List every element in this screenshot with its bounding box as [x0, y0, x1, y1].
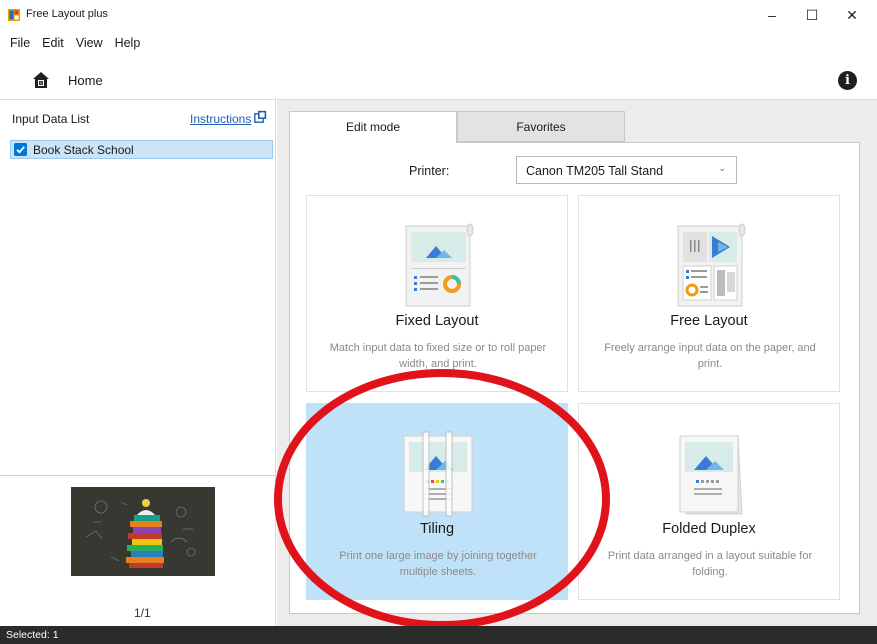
- free-layout-description: Freely arrange input data on the paper, …: [604, 342, 816, 370]
- folded-duplex-description: Print data arranged in a layout suitable…: [607, 550, 813, 578]
- home-icon[interactable]: [32, 71, 50, 89]
- title-bar: Free Layout plus – ☐ ✕: [0, 0, 877, 30]
- tab-favorites[interactable]: Favorites: [457, 111, 625, 142]
- input-data-panel: Input Data List Instructions Book Stack …: [0, 99, 276, 626]
- menu-view[interactable]: View: [70, 33, 109, 53]
- maximize-button[interactable]: ☐: [792, 0, 832, 30]
- minimize-button[interactable]: –: [752, 0, 792, 30]
- tiling-description: Print one large image by joining togethe…: [339, 550, 537, 578]
- info-icon[interactable]: i: [838, 71, 857, 90]
- page-counter: 1/1: [134, 606, 151, 620]
- folded-duplex-icon: [679, 435, 743, 515]
- status-bar: Selected: 1: [0, 626, 877, 644]
- fixed-layout-icon: [405, 223, 474, 307]
- tiling-title: Tiling: [419, 521, 455, 537]
- instructions-link[interactable]: Instructions: [190, 112, 251, 126]
- book-stack-thumbnail: [71, 487, 215, 576]
- edit-mode-panel: Printer: Canon TM205 Tall Stand ⌄ Fixed …: [289, 142, 860, 614]
- folded-duplex-title: Folded Duplex: [662, 521, 756, 537]
- fixed-layout-description: Match input data to fixed size or to rol…: [329, 342, 547, 370]
- preview-area: 1/1: [0, 475, 276, 627]
- input-data-list-header: Input Data List: [12, 112, 90, 126]
- tiling-icon: [403, 431, 473, 517]
- status-text: Selected: 1: [6, 629, 59, 641]
- fixed-layout-title: Fixed Layout: [395, 313, 479, 329]
- chevron-down-icon: ⌄: [718, 163, 726, 173]
- fixed-layout-card[interactable]: Fixed Layout Match input data to fixed s…: [306, 195, 568, 392]
- menu-help[interactable]: Help: [109, 33, 147, 53]
- free-layout-title: Free Layout: [670, 313, 748, 329]
- list-item[interactable]: Book Stack School: [10, 140, 273, 159]
- printer-label: Printer:: [409, 164, 450, 178]
- menu-bar: File Edit View Help: [0, 33, 146, 53]
- printer-selected-value: Canon TM205 Tall Stand: [526, 164, 664, 178]
- list-item-label: Book Stack School: [33, 143, 134, 157]
- free-layout-card[interactable]: Free Layout Freely arrange input data on…: [578, 195, 840, 392]
- app-logo-icon: [8, 9, 20, 21]
- tiling-card[interactable]: Tiling Print one large image by joining …: [306, 403, 568, 600]
- checkbox-checked-icon[interactable]: [14, 143, 27, 156]
- external-link-icon[interactable]: [254, 110, 267, 123]
- main-area: Edit mode Favorites Printer: Canon TM205…: [277, 99, 877, 626]
- home-label[interactable]: Home: [68, 73, 103, 88]
- printer-dropdown[interactable]: Canon TM205 Tall Stand ⌄: [516, 156, 737, 184]
- home-bar: Home i: [0, 64, 877, 98]
- free-layout-icon: [677, 223, 746, 307]
- folded-duplex-card[interactable]: Folded Duplex Print data arranged in a l…: [578, 403, 840, 600]
- tab-edit-mode[interactable]: Edit mode: [289, 111, 457, 143]
- menu-edit[interactable]: Edit: [36, 33, 70, 53]
- menu-file[interactable]: File: [0, 33, 36, 53]
- close-button[interactable]: ✕: [832, 0, 872, 30]
- window-title: Free Layout plus: [26, 8, 108, 20]
